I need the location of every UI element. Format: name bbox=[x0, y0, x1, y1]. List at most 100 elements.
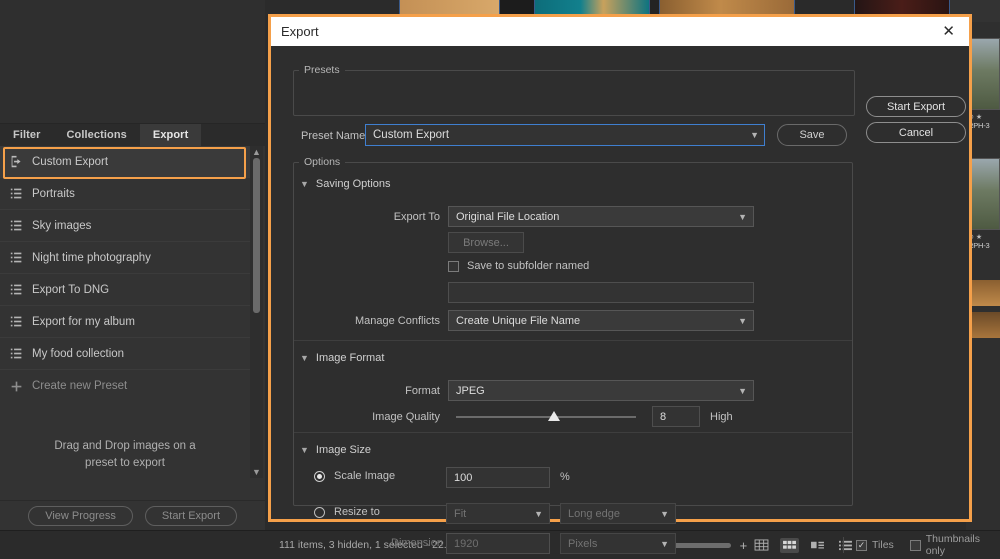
scale-image-radio[interactable] bbox=[314, 470, 325, 482]
scale-value-input[interactable]: 100 bbox=[446, 467, 550, 488]
list-view-icon[interactable] bbox=[836, 538, 855, 553]
dialog-title-bar: Export ✕ bbox=[271, 17, 969, 46]
chevron-down-icon[interactable]: ▼ bbox=[300, 179, 309, 189]
view-progress-button[interactable]: View Progress bbox=[28, 505, 133, 526]
preset-item-label: Export To DNG bbox=[32, 283, 110, 296]
export-to-select[interactable]: Original File Location ▼ bbox=[448, 206, 754, 227]
plus-icon bbox=[10, 380, 32, 393]
section-title: Saving Options bbox=[315, 178, 391, 190]
section-header-image-format[interactable]: ▼ Image Format bbox=[300, 352, 384, 364]
resize-mode-value: Fit bbox=[454, 507, 467, 520]
dimension-label: Dimension bbox=[391, 537, 443, 549]
resize-to-radio[interactable] bbox=[314, 506, 325, 518]
image-quality-slider-knob[interactable] bbox=[548, 410, 560, 421]
star-icon: ★ bbox=[975, 234, 983, 241]
preset-list-scrollbar[interactable]: ▲ ▼ bbox=[250, 146, 263, 478]
manage-conflicts-select[interactable]: Create Unique File Name ▼ bbox=[448, 310, 754, 331]
chevron-down-icon[interactable]: ▼ bbox=[750, 130, 759, 140]
chevron-down-icon[interactable]: ▼ bbox=[534, 509, 543, 519]
tab-collections[interactable]: Collections bbox=[54, 124, 140, 146]
dimension-unit-select[interactable]: Pixels ▼ bbox=[560, 533, 676, 554]
dialog-start-export-button[interactable]: Start Export bbox=[866, 96, 966, 117]
tiles-view-icon[interactable] bbox=[780, 537, 799, 553]
image-quality-row: Image Quality 8 High bbox=[354, 406, 804, 427]
chevron-down-icon[interactable]: ▼ bbox=[738, 316, 747, 326]
save-to-subfolder-label: Save to subfolder named bbox=[467, 260, 590, 272]
preset-item-export-to-dng[interactable]: Export To DNG bbox=[0, 274, 250, 306]
drag-drop-hint-line2: preset to export bbox=[85, 457, 165, 469]
chevron-down-icon[interactable]: ▼ bbox=[300, 353, 309, 363]
preset-list[interactable]: Custom Export Portraits Sky images Night… bbox=[0, 146, 250, 402]
tab-export[interactable]: Export bbox=[139, 124, 202, 146]
details-view-icon[interactable] bbox=[808, 538, 827, 553]
image-quality-input[interactable]: 8 bbox=[652, 406, 700, 427]
left-panel-tabbar[interactable]: Filter Collections Export bbox=[0, 124, 265, 146]
rail-thumbnail[interactable] bbox=[968, 158, 1000, 230]
tiles-checkbox[interactable]: ✓ bbox=[856, 539, 867, 551]
thumbnails-only-checkbox-group[interactable]: Thumbnails only bbox=[910, 533, 1000, 557]
panel-action-bar: View Progress Start Export bbox=[0, 500, 265, 530]
preset-item-my-food-collection[interactable]: My food collection bbox=[0, 338, 250, 370]
rail-thumbnail[interactable] bbox=[968, 38, 1000, 110]
subfolder-name-input[interactable] bbox=[448, 282, 754, 303]
tab-filter-label: Filter bbox=[13, 129, 41, 141]
resize-to-row[interactable]: Resize to bbox=[314, 506, 380, 518]
preset-item-create-new-preset[interactable]: Create new Preset bbox=[0, 370, 250, 402]
zoom-in-icon[interactable]: + bbox=[740, 538, 748, 553]
section-header-image-size[interactable]: ▼ Image Size bbox=[300, 444, 371, 456]
tiles-checkbox-group[interactable]: ✓ Tiles bbox=[856, 539, 894, 551]
format-select[interactable]: JPEG ▼ bbox=[448, 380, 754, 401]
list-icon bbox=[10, 315, 32, 328]
scrollbar-thumb[interactable] bbox=[253, 158, 260, 313]
chevron-down-icon[interactable]: ▼ bbox=[738, 212, 747, 222]
dimension-input[interactable]: 1920 bbox=[446, 533, 550, 554]
section-header-saving-options[interactable]: ▼ Saving Options bbox=[300, 178, 391, 190]
panel-start-export-button[interactable]: Start Export bbox=[144, 505, 237, 526]
preset-name-value: Custom Export bbox=[373, 129, 450, 141]
scroll-down-icon[interactable]: ▼ bbox=[250, 466, 263, 478]
preset-item-custom-export[interactable]: Custom Export bbox=[0, 146, 250, 178]
grid-view-icon[interactable] bbox=[752, 538, 771, 553]
chevron-down-icon[interactable]: ▼ bbox=[660, 509, 669, 519]
options-group: Options ▼ Saving Options Export To Origi… bbox=[293, 156, 853, 554]
list-icon bbox=[10, 283, 32, 296]
preset-item-label: Custom Export bbox=[32, 155, 109, 168]
chevron-down-icon[interactable]: ▼ bbox=[660, 539, 669, 549]
tab-filter[interactable]: Filter bbox=[0, 124, 54, 146]
view-mode-group[interactable] bbox=[752, 537, 855, 553]
save-to-subfolder-row[interactable]: Save to subfolder named bbox=[448, 260, 589, 272]
dialog-body: Presets Preset Name Custom Export ▼ Save… bbox=[271, 46, 969, 554]
thumbnails-only-checkbox[interactable] bbox=[910, 539, 921, 551]
format-value: JPEG bbox=[456, 384, 485, 397]
resize-mode-select[interactable]: Fit ▼ bbox=[446, 503, 550, 524]
preset-name-input[interactable]: Custom Export ▼ bbox=[365, 124, 765, 146]
scale-image-row[interactable]: Scale Image bbox=[314, 470, 395, 482]
preset-item-export-for-my-album[interactable]: Export for my album bbox=[0, 306, 250, 338]
format-row: Format JPEG ▼ bbox=[354, 380, 804, 401]
chevron-down-icon[interactable]: ▼ bbox=[738, 386, 747, 396]
dialog-cancel-button[interactable]: Cancel bbox=[866, 122, 966, 143]
image-quality-slider[interactable] bbox=[456, 410, 636, 421]
rail-badges: ⊘ ★ bbox=[968, 110, 1000, 121]
preset-item-sky-images[interactable]: Sky images bbox=[0, 210, 250, 242]
close-icon[interactable]: ✕ bbox=[938, 22, 959, 41]
export-to-label: Export To bbox=[393, 210, 440, 223]
rail-card[interactable]: ⊘ ★ RPH-3 bbox=[968, 38, 1000, 130]
preset-item-label: Export for my album bbox=[32, 315, 135, 328]
rail-card[interactable]: ⊘ ★ RPH-3 bbox=[968, 158, 1000, 250]
export-to-value: Original File Location bbox=[456, 210, 560, 223]
list-icon bbox=[10, 251, 32, 264]
left-panel-header-area bbox=[0, 0, 265, 124]
preset-item-portraits[interactable]: Portraits bbox=[0, 178, 250, 210]
save-button[interactable]: Save bbox=[777, 124, 847, 146]
section-title: Image Format bbox=[315, 352, 385, 364]
chevron-down-icon[interactable]: ▼ bbox=[300, 445, 309, 455]
star-icon: ★ bbox=[975, 114, 983, 121]
browse-button[interactable]: Browse... bbox=[448, 232, 524, 253]
resize-edge-value: Long edge bbox=[568, 507, 620, 520]
scroll-up-icon[interactable]: ▲ bbox=[250, 146, 263, 158]
preset-item-night-time-photography[interactable]: Night time photography bbox=[0, 242, 250, 274]
resize-edge-select[interactable]: Long edge ▼ bbox=[560, 503, 676, 524]
format-label: Format bbox=[405, 384, 440, 397]
save-to-subfolder-checkbox[interactable] bbox=[448, 260, 459, 272]
